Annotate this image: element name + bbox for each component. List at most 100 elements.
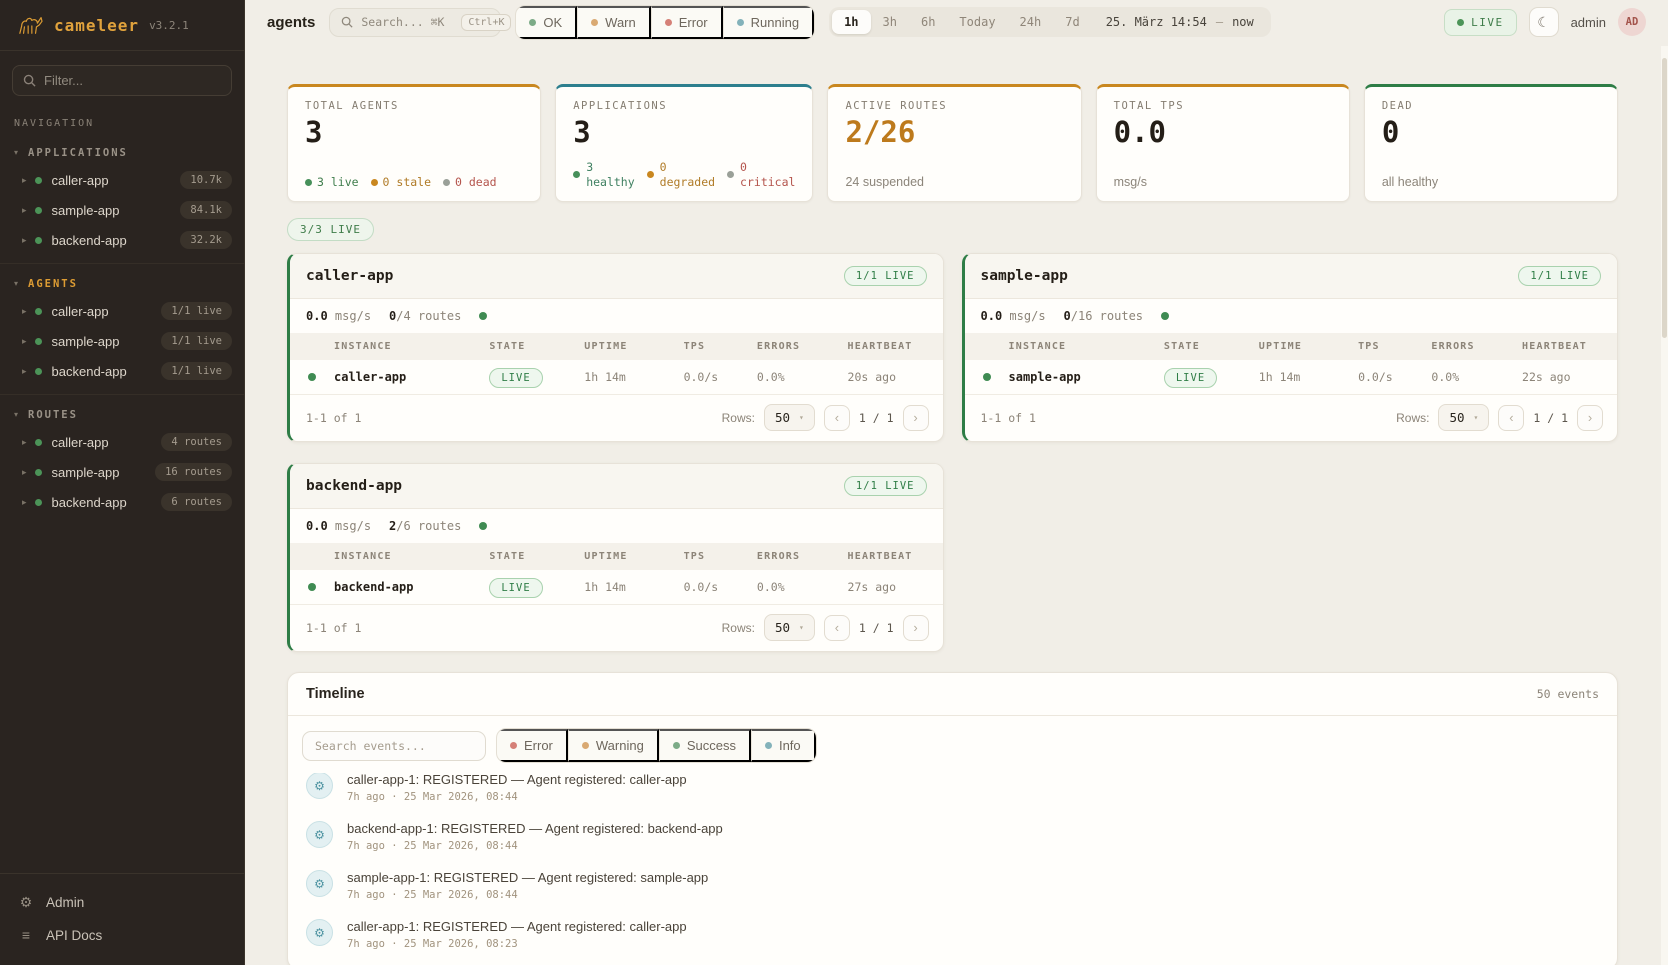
stat-card-total-tps: TOTAL TPS 0.0 msg/s	[1096, 84, 1350, 202]
sidebar-item-sample-app[interactable]: ▸ sample-app 1/1 live	[0, 326, 244, 356]
stat-sub: 3 live	[305, 175, 359, 189]
time-range-1h[interactable]: 1h	[832, 10, 870, 34]
table-header: INSTANCESTATEUPTIMETPSERRORSHEARTBEAT	[290, 333, 943, 360]
sidebar-item-sample-app[interactable]: ▸ sample-app 16 routes	[0, 457, 244, 487]
avatar[interactable]: AD	[1618, 8, 1646, 36]
sidebar-section-header[interactable]: ▾ AGENTS	[0, 274, 244, 296]
timeline-event[interactable]: ⚙ sample-app-1: REGISTERED — Agent regis…	[288, 861, 1617, 910]
status-filter-ok[interactable]: OK	[516, 6, 577, 39]
status-dot-icon	[673, 742, 680, 749]
rows-per-page-select[interactable]: 50▾	[1438, 404, 1489, 431]
timeline-filter-success[interactable]: Success	[659, 729, 751, 762]
status-dot-icon	[35, 207, 42, 214]
stat-sub-label: degraded	[660, 175, 715, 189]
sidebar-item-label: caller-app	[52, 173, 109, 188]
timeline-event-list: ⚙ caller-app-1: REGISTERED — Agent regis…	[288, 773, 1617, 965]
status-dot-icon	[35, 338, 42, 345]
timeline-event[interactable]: ⚙ backend-app-1: REGISTERED — Agent regi…	[288, 812, 1617, 861]
stat-label: TOTAL TPS	[1114, 100, 1332, 112]
sidebar-item-sample-app[interactable]: ▸ sample-app 84.1k	[0, 195, 244, 225]
sidebar-footer: ⚙ Admin ≡ API Docs	[0, 873, 244, 965]
stat-sub-text: msg/s	[1114, 175, 1147, 189]
chevron-right-icon[interactable]: ▸	[22, 175, 27, 186]
timeline-search-input[interactable]	[315, 739, 473, 753]
sidebar-section-items: ▸ caller-app 1/1 live ▸ sample-app 1/1 l…	[0, 296, 244, 386]
timeline-event[interactable]: ⚙ caller-app-1: REGISTERED — Agent regis…	[288, 910, 1617, 959]
prev-page-button[interactable]: ‹	[1498, 405, 1524, 431]
sidebar-item-backend-app[interactable]: ▸ backend-app 1/1 live	[0, 356, 244, 386]
sidebar-item-badge: 6 routes	[161, 493, 232, 511]
chevron-right-icon[interactable]: ▸	[22, 497, 27, 508]
rows-per-page-label: Rows:	[722, 411, 755, 425]
status-filter-group: OK Warn Error Running	[515, 5, 815, 40]
global-search-input[interactable]	[361, 15, 453, 29]
table-row[interactable]: backend-app LIVE 1h 14m 0.0/s 0.0% 27s a…	[290, 570, 943, 605]
next-page-button[interactable]: ›	[903, 405, 929, 431]
chevron-right-icon[interactable]: ▸	[22, 235, 27, 246]
global-search[interactable]: Ctrl+K	[329, 8, 501, 37]
sidebar-item-caller-app[interactable]: ▸ caller-app 4 routes	[0, 427, 244, 457]
status-dot-icon	[371, 179, 378, 186]
status-dot-icon	[35, 308, 42, 315]
timeline-filter-warning[interactable]: Warning	[568, 729, 659, 762]
sidebar-item-caller-app[interactable]: ▸ caller-app 10.7k	[0, 165, 244, 195]
chevron-down-icon: ▾	[14, 411, 18, 419]
time-range-7d[interactable]: 7d	[1053, 10, 1091, 34]
sidebar-section-header[interactable]: ▾ ROUTES	[0, 405, 244, 427]
chevron-right-icon[interactable]: ▸	[22, 336, 27, 347]
status-filter-warn[interactable]: Warn	[577, 6, 651, 39]
time-range-6h[interactable]: 6h	[909, 10, 947, 34]
sidebar-item-label: backend-app	[52, 364, 127, 379]
sidebar-item-badge: 10.7k	[180, 171, 232, 189]
status-filter-running[interactable]: Running	[723, 6, 814, 39]
time-range-24h[interactable]: 24h	[1008, 10, 1054, 34]
sidebar-item-backend-app[interactable]: ▸ backend-app 32.2k	[0, 225, 244, 255]
timeline-search[interactable]	[302, 731, 486, 761]
search-shortcut-kbd: Ctrl+K	[461, 14, 511, 31]
status-filter-error[interactable]: Error	[651, 6, 723, 39]
column-header: STATE	[1164, 341, 1259, 352]
chevron-right-icon[interactable]: ▸	[22, 467, 27, 478]
status-dot-icon	[573, 171, 580, 178]
rows-per-page-select[interactable]: 50▾	[764, 614, 815, 641]
sidebar-item-backend-app[interactable]: ▸ backend-app 6 routes	[0, 487, 244, 517]
rows-per-page-label: Rows:	[1396, 411, 1429, 425]
timeline-event[interactable]: ⚙ caller-app-1: REGISTERED — Agent regis…	[288, 773, 1617, 812]
status-dot-icon	[765, 742, 772, 749]
column-header: ERRORS	[757, 551, 848, 562]
sidebar-item-caller-app[interactable]: ▸ caller-app 1/1 live	[0, 296, 244, 326]
cell-uptime: 1h 14m	[1259, 370, 1358, 384]
scrollbar-thumb[interactable]	[1662, 58, 1667, 338]
page-scrollbar[interactable]	[1661, 46, 1668, 965]
cell-instance: caller-app	[334, 370, 489, 384]
chevron-right-icon[interactable]: ▸	[22, 366, 27, 377]
chevron-right-icon[interactable]: ▸	[22, 205, 27, 216]
column-header: UPTIME	[584, 551, 683, 562]
next-page-button[interactable]: ›	[1577, 405, 1603, 431]
table-row[interactable]: caller-app LIVE 1h 14m 0.0/s 0.0% 20s ag…	[290, 360, 943, 395]
theme-toggle-button[interactable]: ☾	[1529, 7, 1559, 37]
rows-per-page-select[interactable]: 50▾	[764, 404, 815, 431]
timeline-filter-info[interactable]: Info	[751, 729, 816, 762]
time-range-3h[interactable]: 3h	[871, 10, 909, 34]
prev-page-button[interactable]: ‹	[824, 615, 850, 641]
time-range-today[interactable]: Today	[947, 10, 1007, 34]
chevron-right-icon[interactable]: ▸	[22, 306, 27, 317]
app-panels-grid: caller-app 1/1 LIVE 0.0 msg/s 0/4 routes…	[287, 253, 1618, 652]
sidebar-filter-input[interactable]	[44, 73, 221, 88]
sidebar-section-header[interactable]: ▾ APPLICATIONS	[0, 143, 244, 165]
column-header: INSTANCE	[334, 341, 489, 352]
sidebar-footer-admin[interactable]: ⚙ Admin	[0, 886, 244, 919]
timeline-filter-error[interactable]: Error	[497, 729, 568, 762]
table-row[interactable]: sample-app LIVE 1h 14m 0.0/s 0.0% 22s ag…	[965, 360, 1618, 395]
next-page-button[interactable]: ›	[903, 615, 929, 641]
stat-label: DEAD	[1382, 100, 1600, 112]
prev-page-button[interactable]: ‹	[824, 405, 850, 431]
chevron-right-icon[interactable]: ▸	[22, 437, 27, 448]
stat-sub-text: 0 stale	[383, 175, 431, 189]
sidebar-item-badge: 1/1 live	[161, 332, 232, 350]
sidebar-footer-api-docs[interactable]: ≡ API Docs	[0, 919, 244, 951]
chevron-down-icon: ▾	[14, 280, 18, 288]
stat-sub-text: 24 suspended	[845, 175, 924, 189]
sidebar-filter[interactable]	[12, 65, 232, 96]
